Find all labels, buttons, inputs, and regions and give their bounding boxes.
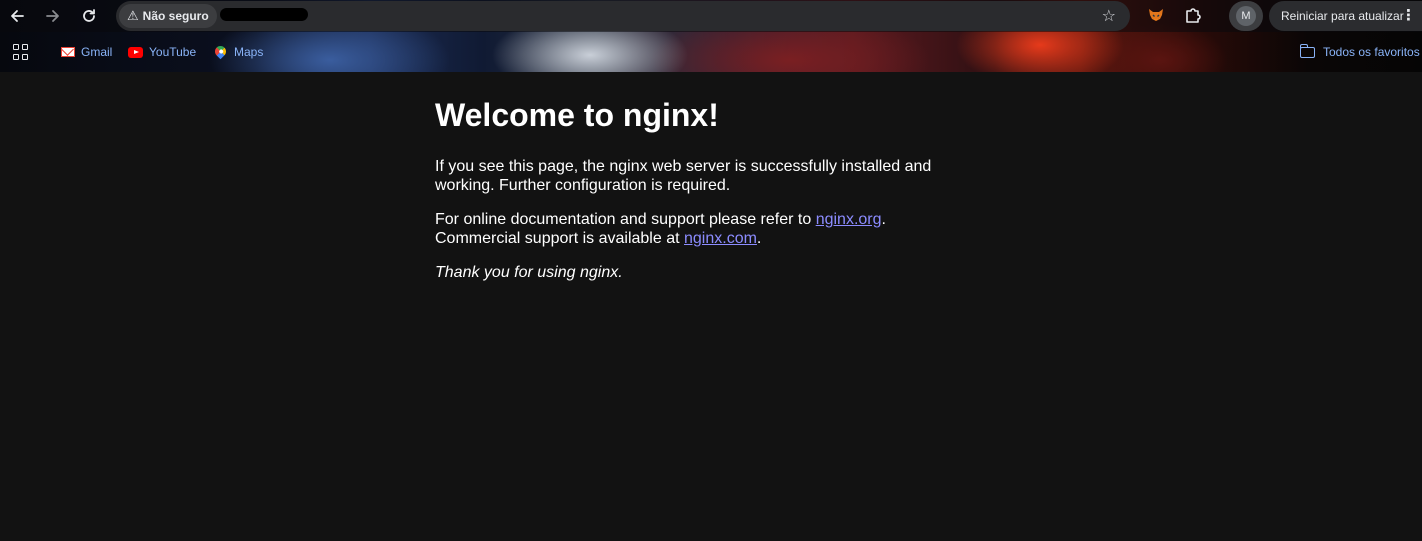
restart-to-update-label: Reiniciar para atualizar xyxy=(1281,9,1404,23)
restart-to-update-button[interactable]: Reiniciar para atualizar ⋮ xyxy=(1269,1,1422,31)
back-button[interactable] xyxy=(4,3,30,29)
fox-extension-icon[interactable] xyxy=(1147,6,1165,24)
nginx-com-link[interactable]: nginx.com xyxy=(684,230,757,247)
profile-button[interactable]: M xyxy=(1229,1,1263,31)
thank-you-message: Thank you for using nginx. xyxy=(435,264,623,281)
maps-pin-icon xyxy=(212,43,229,60)
bookmark-label: Gmail xyxy=(81,45,113,59)
nginx-org-link[interactable]: nginx.org xyxy=(816,211,882,228)
doc-text-suffix: . xyxy=(756,230,762,247)
gmail-icon xyxy=(60,45,75,60)
reload-button[interactable] xyxy=(76,3,102,29)
reload-icon xyxy=(83,9,95,22)
bookmark-label: YouTube xyxy=(149,45,197,59)
bookmarks-bar: Gmail YouTube Maps Todos os favoritos xyxy=(0,32,1422,72)
nginx-welcome-content: Welcome to nginx! If you see this page, … xyxy=(435,72,955,282)
bookmark-youtube[interactable]: YouTube xyxy=(128,43,196,61)
security-indicator[interactable]: ⚠ Não seguro xyxy=(119,4,217,28)
address-bar[interactable]: ⚠ Não seguro ☆ xyxy=(116,1,1130,31)
apps-grid-icon[interactable] xyxy=(13,44,29,60)
more-vertical-icon[interactable]: ⋮ xyxy=(1401,6,1416,24)
warning-triangle-icon: ⚠ xyxy=(127,8,139,24)
page-content: Welcome to nginx! If you see this page, … xyxy=(0,72,1422,541)
bookmark-label: Maps xyxy=(234,45,264,59)
browser-toolbar: ⚠ Não seguro ☆ M Reiniciar para atualiza… xyxy=(0,0,1422,32)
puzzle-glyph xyxy=(1186,8,1201,23)
star-icon[interactable]: ☆ xyxy=(1102,6,1116,25)
folder-icon xyxy=(1299,43,1315,58)
arrow-left-icon xyxy=(11,10,24,22)
all-bookmarks-label: Todos os favoritos xyxy=(1323,45,1420,59)
browser-chrome: ⚠ Não seguro ☆ M Reiniciar para atualiza… xyxy=(0,0,1422,72)
redacted-url xyxy=(220,8,308,21)
bookmark-maps[interactable]: Maps xyxy=(212,43,264,61)
avatar: M xyxy=(1236,6,1256,26)
arrow-right-icon xyxy=(46,10,59,22)
page-title: Welcome to nginx! xyxy=(435,97,719,133)
youtube-icon xyxy=(128,45,143,60)
documentation-message: For online documentation and support ple… xyxy=(435,210,955,248)
forward-button[interactable] xyxy=(40,3,66,29)
all-bookmarks-folder[interactable]: Todos os favoritos xyxy=(1299,43,1420,61)
extensions-puzzle-icon[interactable] xyxy=(1183,5,1203,25)
fox-extension-glyph xyxy=(1149,9,1163,21)
security-label: Não seguro xyxy=(142,9,209,23)
doc-text-prefix: For online documentation and support ple… xyxy=(435,211,816,228)
install-message: If you see this page, the nginx web serv… xyxy=(435,158,932,194)
bookmark-gmail[interactable]: Gmail xyxy=(60,43,112,61)
